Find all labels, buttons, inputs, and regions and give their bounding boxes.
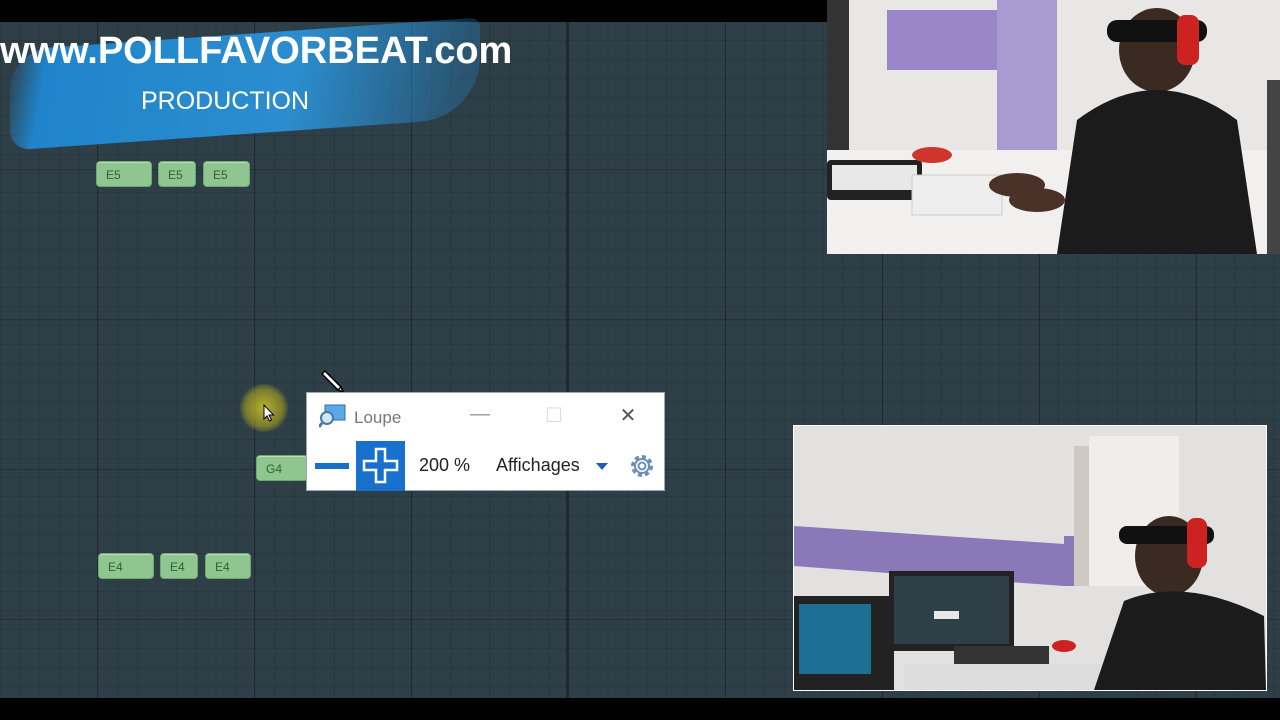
magnifier-title: Loupe [354,408,402,427]
bar-divider [566,22,568,698]
webcam-scene-bottom [794,426,1266,690]
note-e5[interactable]: E5 [158,161,196,187]
note-e5[interactable]: E5 [96,161,152,187]
gear-icon [631,455,653,477]
magnifier-icon [317,404,347,433]
note-e4[interactable]: E4 [98,553,154,579]
webcam-scene-top [827,0,1280,254]
webcam-feed-top [827,0,1280,254]
note-e4[interactable]: E4 [205,553,251,579]
views-dropdown[interactable]: Affichages [496,455,580,476]
close-button[interactable]: ✕ [613,403,643,428]
magnifier-controls: 200 % Affichages [307,441,664,491]
note-e5[interactable]: E5 [203,161,250,187]
settings-button[interactable] [627,451,657,481]
mouse-pointer-icon [263,403,275,427]
zoom-in-button[interactable] [356,441,405,491]
webcam-feed-bottom [793,425,1267,691]
minus-icon [315,463,349,469]
magnifier-window[interactable]: Loupe — ☐ ✕ 200 % Affichages [306,392,665,491]
zoom-level: 200 % [419,455,471,475]
maximize-button[interactable]: ☐ [539,403,569,428]
letterbox-bottom [0,698,1280,720]
caret-down-icon[interactable] [596,463,608,470]
brand-subtitle: PRODUCTION [141,87,310,115]
magnifier-titlebar[interactable]: Loupe — ☐ ✕ [307,393,664,439]
brand-url: www.POLLFAVORBEAT.com [0,30,513,72]
zoom-out-button[interactable] [312,441,352,491]
plus-icon [362,447,399,484]
note-e4[interactable]: E4 [160,553,198,579]
note-g4[interactable]: G4 [256,455,308,481]
minimize-button[interactable]: — [465,403,495,426]
